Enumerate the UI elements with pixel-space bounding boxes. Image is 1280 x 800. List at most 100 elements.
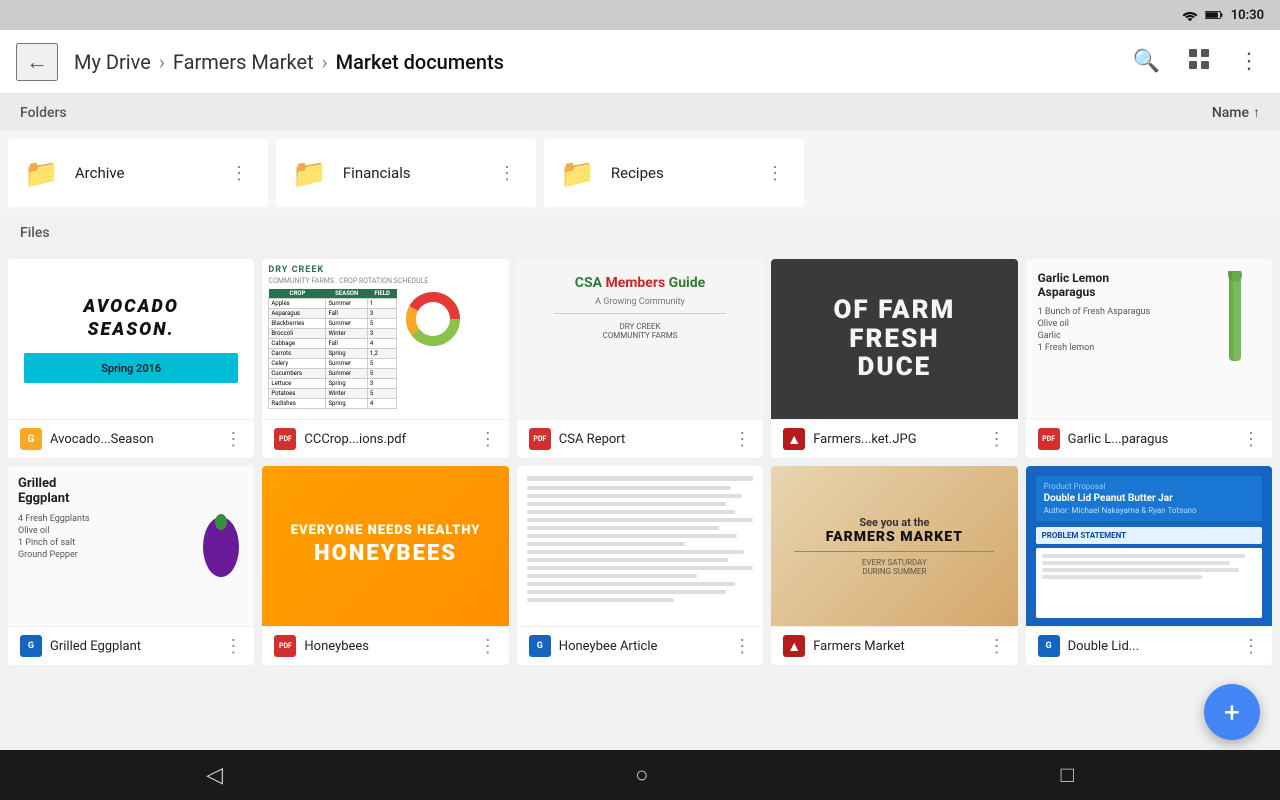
file-name-farmersmarket-img: Farmers Market xyxy=(813,639,979,654)
folders-label: Folders xyxy=(20,105,67,121)
folder-recipes[interactable]: 📁 Recipes ⋮ xyxy=(544,139,804,207)
file-name-csa: CSA Report xyxy=(559,432,725,447)
search-icon[interactable]: 🔍 xyxy=(1129,45,1164,78)
folder-more-recipes[interactable]: ⋮ xyxy=(762,159,788,188)
file-type-icon-csa: PDF xyxy=(529,428,551,450)
bottom-nav: ◁ ○ □ xyxy=(0,750,1280,800)
breadcrumb-mydrive[interactable]: My Drive xyxy=(74,50,151,74)
file-more-honeybee-article[interactable]: ⋮ xyxy=(733,636,751,657)
back-button[interactable]: ← xyxy=(16,43,58,81)
file-preview-farmersmarket-img: See you at the FARMERS MARKET EVERY SATU… xyxy=(771,466,1017,626)
sort-control[interactable]: Name ↑ xyxy=(1212,104,1260,121)
file-type-icon-eggplant: G xyxy=(20,635,42,657)
file-more-farmersket[interactable]: ⋮ xyxy=(988,429,1006,450)
file-name-eggplant: Grilled Eggplant xyxy=(50,639,216,654)
breadcrumb-farmersmarket[interactable]: Farmers Market xyxy=(173,50,314,74)
file-type-icon-garlic: PDF xyxy=(1038,428,1060,450)
file-preview-farmersket: OF FARMFRESHDUCE xyxy=(771,259,1017,419)
folder-name-archive: Archive xyxy=(75,164,210,182)
file-info-proposal: G Double Lid... ⋮ xyxy=(1026,626,1272,665)
file-eggplant[interactable]: GrilledEggplant 4 Fresh Eggplants Olive … xyxy=(8,466,254,665)
folders-section-header: Folders Name ↑ xyxy=(0,94,1280,131)
file-avocado-season[interactable]: AvocadoSeason. Spring 2016 G Avocado...S… xyxy=(8,259,254,458)
breadcrumb-current: Market documents xyxy=(336,50,504,74)
folder-financials[interactable]: 📁 Financials ⋮ xyxy=(276,139,536,207)
file-info-farmersket: ▲ Farmers...ket.JPG ⋮ xyxy=(771,419,1017,458)
file-more-honeybees[interactable]: ⋮ xyxy=(479,636,497,657)
file-info-honeybee-article: G Honeybee Article ⋮ xyxy=(517,626,763,665)
file-type-icon-cccrop: PDF xyxy=(274,428,296,450)
file-preview-honeybees: EVERYONE NEEDS HEALTHYHONEYBEES xyxy=(262,466,508,626)
file-more-garlic[interactable]: ⋮ xyxy=(1242,429,1260,450)
file-preview-honeybee-article xyxy=(517,466,763,626)
folder-icon-financials: 📁 xyxy=(292,157,327,190)
file-more-eggplant[interactable]: ⋮ xyxy=(224,636,242,657)
breadcrumb: My Drive › Farmers Market › Market docum… xyxy=(74,50,1129,74)
file-type-icon-farmersket: ▲ xyxy=(783,428,805,450)
file-more-avocado[interactable]: ⋮ xyxy=(224,429,242,450)
battery-icon xyxy=(1205,9,1223,21)
folder-archive[interactable]: 📁 Archive ⋮ xyxy=(8,139,268,207)
file-preview-cccrop: DRY CREEK COMMUNITY FARMS CROP ROTATION … xyxy=(262,259,508,419)
file-info-avocado: G Avocado...Season ⋮ xyxy=(8,419,254,458)
file-cccrop[interactable]: DRY CREEK COMMUNITY FARMS CROP ROTATION … xyxy=(262,259,508,458)
file-type-icon-farmersmarket-img: ▲ xyxy=(783,635,805,657)
folder-icon-recipes: 📁 xyxy=(560,157,595,190)
file-more-proposal[interactable]: ⋮ xyxy=(1242,636,1260,657)
files-label: Files xyxy=(20,225,50,241)
file-more-csa[interactable]: ⋮ xyxy=(733,429,751,450)
file-type-icon-honeybees: PDF xyxy=(274,635,296,657)
file-type-icon-honeybee-article: G xyxy=(529,635,551,657)
file-honeybee-article[interactable]: G Honeybee Article ⋮ xyxy=(517,466,763,665)
sort-label: Name xyxy=(1212,105,1249,121)
fab-button[interactable]: + xyxy=(1204,684,1260,740)
folder-more-financials[interactable]: ⋮ xyxy=(494,159,520,188)
file-info-eggplant: G Grilled Eggplant ⋮ xyxy=(8,626,254,665)
files-section-header: Files xyxy=(0,215,1280,251)
file-name-farmersket: Farmers...ket.JPG xyxy=(813,432,979,447)
breadcrumb-sep-2: › xyxy=(322,50,328,74)
file-honeybees[interactable]: EVERYONE NEEDS HEALTHYHONEYBEES PDF Hone… xyxy=(262,466,508,665)
file-proposal[interactable]: Product Proposal Double Lid Peanut Butte… xyxy=(1026,466,1272,665)
status-bar: 10:30 xyxy=(0,0,1280,30)
file-more-cccrop[interactable]: ⋮ xyxy=(479,429,497,450)
file-name-proposal: Double Lid... xyxy=(1068,639,1234,654)
wifi-icon xyxy=(1181,9,1199,21)
file-farmersket-jpg[interactable]: OF FARMFRESHDUCE ▲ Farmers...ket.JPG ⋮ xyxy=(771,259,1017,458)
status-time: 10:30 xyxy=(1231,8,1264,23)
file-name-garlic: Garlic L...paragus xyxy=(1068,432,1234,447)
toolbar: ← My Drive › Farmers Market › Market doc… xyxy=(0,30,1280,94)
nav-home-icon[interactable]: ○ xyxy=(635,762,648,788)
folder-name-recipes: Recipes xyxy=(611,164,746,182)
file-preview-garlic: Garlic LemonAsparagus 1 Bunch of Fresh A… xyxy=(1026,259,1272,419)
nav-back-icon[interactable]: ◁ xyxy=(206,763,223,788)
file-more-farmersmarket-img[interactable]: ⋮ xyxy=(988,636,1006,657)
grid-view-icon[interactable] xyxy=(1184,44,1214,80)
folder-more-archive[interactable]: ⋮ xyxy=(226,159,252,188)
file-farmersmarket-img[interactable]: See you at the FARMERS MARKET EVERY SATU… xyxy=(771,466,1017,665)
file-preview-proposal: Product Proposal Double Lid Peanut Butte… xyxy=(1026,466,1272,626)
file-info-cccrop: PDF CCCrop...ions.pdf ⋮ xyxy=(262,419,508,458)
file-info-honeybees: PDF Honeybees ⋮ xyxy=(262,626,508,665)
folder-name-financials: Financials xyxy=(343,164,478,182)
file-name-honeybees: Honeybees xyxy=(304,639,470,654)
sort-direction-icon: ↑ xyxy=(1253,104,1260,121)
file-type-icon-avocado: G xyxy=(20,428,42,450)
file-info-csa: PDF CSA Report ⋮ xyxy=(517,419,763,458)
file-type-icon-proposal: G xyxy=(1038,635,1060,657)
file-csa-report[interactable]: CSA Members Guide A Growing Community DR… xyxy=(517,259,763,458)
more-options-icon[interactable]: ⋮ xyxy=(1234,45,1264,78)
folder-icon-archive: 📁 xyxy=(24,157,59,190)
file-info-garlic: PDF Garlic L...paragus ⋮ xyxy=(1026,419,1272,458)
file-name-honeybee-article: Honeybee Article xyxy=(559,639,725,654)
file-name-avocado: Avocado...Season xyxy=(50,432,216,447)
files-grid: AvocadoSeason. Spring 2016 G Avocado...S… xyxy=(0,251,1280,673)
folders-grid: 📁 Archive ⋮ 📁 Financials ⋮ 📁 Recipes ⋮ xyxy=(0,131,1280,215)
file-info-farmersmarket-img: ▲ Farmers Market ⋮ xyxy=(771,626,1017,665)
file-garlic[interactable]: Garlic LemonAsparagus 1 Bunch of Fresh A… xyxy=(1026,259,1272,458)
breadcrumb-sep-1: › xyxy=(159,50,165,74)
file-preview-csa: CSA Members Guide A Growing Community DR… xyxy=(517,259,763,419)
file-name-cccrop: CCCrop...ions.pdf xyxy=(304,432,470,447)
status-icons xyxy=(1181,9,1223,21)
nav-recents-icon[interactable]: □ xyxy=(1061,762,1074,788)
